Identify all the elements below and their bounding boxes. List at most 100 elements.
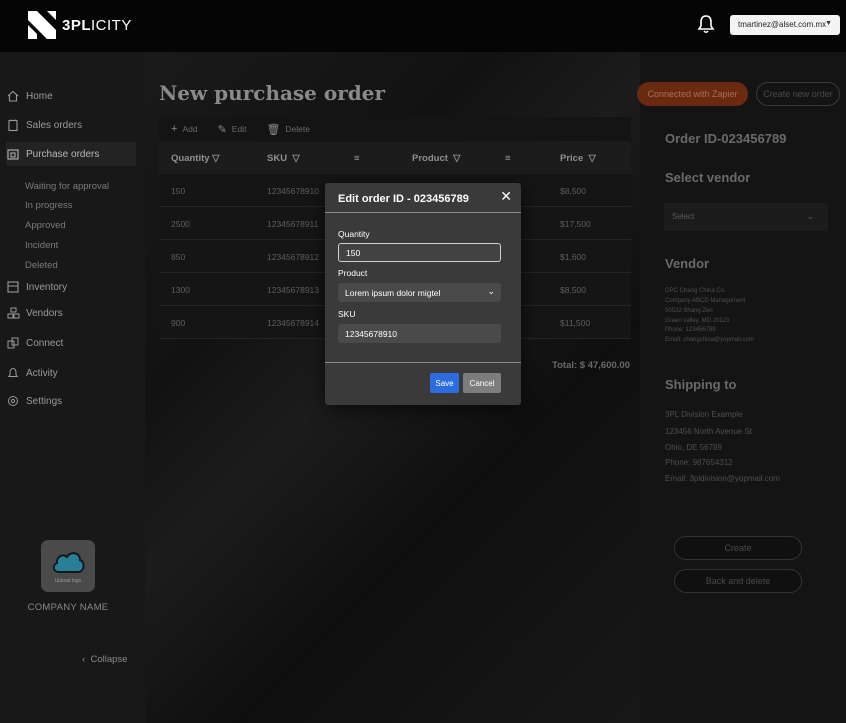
column-header-product[interactable]: Product ▽ bbox=[412, 153, 460, 164]
upload-logo-button[interactable]: Upload logo bbox=[41, 540, 95, 592]
column-header-price[interactable]: Price ▽ bbox=[560, 153, 596, 164]
cancel-button[interactable]: Cancel bbox=[463, 373, 501, 393]
upload-logo-label: Upload logo bbox=[54, 578, 82, 584]
chevron-down-icon: ⌄ bbox=[487, 286, 495, 296]
sidebar-item-inventory[interactable]: Inventory bbox=[6, 275, 136, 299]
cell-quantity: 150 bbox=[171, 186, 186, 196]
cell-price: $17,500 bbox=[560, 219, 591, 229]
sidebar-subitem-approved[interactable]: Approved bbox=[25, 220, 66, 231]
column-header-sku[interactable]: SKU ▽ bbox=[267, 153, 300, 164]
shipping-info-line: 3PL Division Example bbox=[665, 410, 743, 419]
sidebar-subitem-in-progress[interactable]: In progress bbox=[25, 200, 73, 211]
caret-down-icon: ▼ bbox=[825, 20, 832, 27]
vendor-info-line: 50532 Shang Zen bbox=[665, 308, 713, 314]
sidebar-item-label: Settings bbox=[26, 395, 63, 407]
sidebar-item-activity[interactable]: Activity bbox=[6, 361, 136, 385]
sidebar-item-label: Vendors bbox=[26, 307, 63, 319]
edit-order-modal: Edit order ID - 023456789 ✕ Quantity 150… bbox=[325, 183, 521, 405]
vendor-info-line: OPC Chang China Co. bbox=[665, 288, 726, 294]
user-email: tmartinez@alset.com.mx bbox=[738, 20, 827, 29]
cell-quantity: 850 bbox=[171, 252, 186, 262]
shipping-heading: Shipping to bbox=[665, 377, 737, 392]
connected-with-zapier-button[interactable]: Connected with Zapier bbox=[637, 82, 748, 106]
sidebar-subitem-deleted[interactable]: Deleted bbox=[25, 260, 58, 271]
modal-divider bbox=[325, 212, 521, 213]
sidebar-item-connect[interactable]: Connect bbox=[6, 331, 136, 355]
cell-price: $1,600 bbox=[560, 252, 586, 262]
sku-label: SKU bbox=[338, 309, 356, 319]
vendor-info-line: Phone: 123456789 bbox=[665, 327, 716, 333]
sidebar-item-label: Sales orders bbox=[26, 119, 83, 131]
vendor-select[interactable]: Select ⌄ bbox=[664, 203, 828, 231]
delete-button[interactable]: 🗑 Delete bbox=[266, 123, 310, 136]
connect-icon bbox=[6, 336, 20, 350]
filter-icon[interactable]: ▽ bbox=[586, 153, 596, 164]
column-menu-icon[interactable]: ≡ bbox=[354, 153, 360, 164]
modal-title: Edit order ID - 023456789 bbox=[338, 193, 469, 205]
inventory-icon bbox=[6, 280, 20, 294]
sidebar-subitem-waiting-for-approval[interactable]: Waiting for approval bbox=[25, 181, 109, 192]
cell-quantity: 1300 bbox=[171, 285, 190, 295]
product-select-value: Lorem ipsum dolor migtel bbox=[345, 288, 441, 298]
shipping-info-line: 123456 North Avenue St bbox=[665, 427, 753, 436]
vendors-icon bbox=[6, 306, 20, 320]
add-button[interactable]: + Add bbox=[171, 123, 198, 135]
shipping-info-line: Ohio, DE 56789 bbox=[665, 443, 722, 452]
settings-icon bbox=[6, 394, 20, 408]
edit-button[interactable]: ✎ Edit bbox=[218, 123, 247, 136]
brand-logo[interactable]: 3PLICITY bbox=[28, 11, 131, 39]
save-button[interactable]: Save bbox=[430, 373, 459, 393]
quantity-label: Quantity bbox=[338, 229, 370, 239]
sku-input[interactable]: 12345678910 bbox=[338, 324, 501, 343]
select-vendor-heading: Select vendor bbox=[665, 170, 751, 185]
sidebar-item-settings[interactable]: Settings bbox=[6, 389, 136, 413]
create-new-order-button[interactable]: Create new order bbox=[756, 82, 840, 106]
filter-icon[interactable]: ▽ bbox=[212, 153, 219, 164]
sidebar-item-label: Connect bbox=[26, 337, 64, 349]
vendor-heading: Vendor bbox=[665, 256, 710, 271]
product-label: Product bbox=[338, 268, 368, 278]
sidebar-item-sales-orders[interactable]: Sales orders bbox=[6, 113, 136, 137]
cell-sku: 12345678914 bbox=[267, 318, 320, 328]
cell-sku: 12345678910 bbox=[267, 186, 320, 196]
vendor-info-line: Email: changchina@yopmail.com bbox=[665, 337, 754, 343]
app-window: 3PLICITY tmartinez@alset.com.mx ▼ Home S… bbox=[0, 0, 846, 723]
user-account-dropdown[interactable]: tmartinez@alset.com.mx ▼ bbox=[730, 15, 840, 35]
page-title: New purchase order bbox=[159, 81, 385, 105]
shipping-info-line: Email: 3pldivision@yopmail.com bbox=[665, 474, 780, 483]
sidebar-item-home[interactable]: Home bbox=[6, 84, 136, 108]
cell-quantity: 900 bbox=[171, 318, 186, 328]
close-icon[interactable]: ✕ bbox=[500, 188, 512, 205]
filter-icon[interactable]: ▽ bbox=[451, 153, 460, 164]
sidebar-item-label: Home bbox=[26, 90, 53, 102]
sidebar-item-label: Activity bbox=[26, 367, 58, 379]
column-header-quantity[interactable]: Quantity ▽ bbox=[171, 153, 219, 164]
logo-mark-icon bbox=[28, 11, 56, 39]
company-name: COMPANY NAME bbox=[27, 602, 109, 613]
collapse-sidebar-button[interactable]: ‹ Collapse bbox=[82, 654, 127, 665]
notifications-bell-icon[interactable] bbox=[697, 14, 715, 34]
activity-icon bbox=[6, 366, 20, 380]
sidebar-item-vendors[interactable]: Vendors bbox=[6, 301, 136, 325]
cell-price: $11,500 bbox=[560, 318, 591, 328]
sidebar-subitem-incident[interactable]: Incident bbox=[25, 240, 58, 251]
order-id-heading: Order ID-023456789 bbox=[665, 131, 787, 146]
quantity-input[interactable]: 150 bbox=[338, 243, 501, 262]
back-and-delete-button[interactable]: Back and delete bbox=[674, 569, 802, 593]
table-toolbar: + Add ✎ Edit 🗑 Delete bbox=[159, 117, 631, 141]
vendor-info-line: Green valley, MD 20123 bbox=[665, 318, 730, 324]
create-button[interactable]: Create bbox=[674, 536, 802, 560]
purchase-orders-icon bbox=[6, 147, 20, 161]
sales-orders-icon bbox=[6, 118, 20, 132]
sidebar-item-purchase-orders[interactable]: Purchase orders bbox=[6, 142, 136, 166]
plus-icon: + bbox=[171, 123, 178, 135]
product-select[interactable]: Lorem ipsum dolor migtel ⌄ bbox=[338, 283, 501, 302]
cell-price: $8,500 bbox=[560, 285, 586, 295]
filter-icon[interactable]: ▽ bbox=[290, 153, 299, 164]
vendor-info-line: Company ABCD Management bbox=[665, 298, 746, 304]
home-icon bbox=[6, 89, 20, 103]
cloud-icon bbox=[52, 552, 85, 573]
column-menu-icon[interactable]: ≡ bbox=[505, 153, 511, 164]
shipping-info-line: Phone: 987654312 bbox=[665, 458, 733, 467]
brand-name: 3PLICITY bbox=[62, 17, 132, 34]
